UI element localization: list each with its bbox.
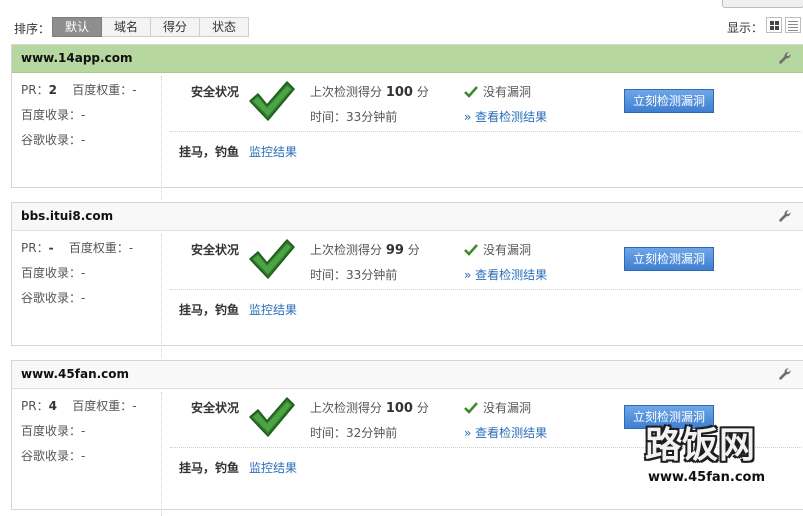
site-domain: www.45fan.com bbox=[21, 367, 130, 381]
monitor-result-link[interactable]: 监控结果 bbox=[249, 459, 297, 476]
pr-value: 4 bbox=[48, 399, 57, 413]
score-value: 100 bbox=[385, 85, 413, 100]
horizontal-divider bbox=[170, 131, 802, 132]
sort-tab-default[interactable]: 默认 bbox=[52, 17, 103, 37]
seo-info: PR：2 百度权重：- 百度收录：- 谷歌收录：- bbox=[21, 83, 161, 158]
vuln-status-text: 没有漏洞 bbox=[483, 85, 532, 99]
trojan-phishing-label: 挂马，钓鱼 bbox=[179, 303, 240, 317]
site-card-1: www.14app.com PR：2 百度权重：- 百度收录：- 谷歌收录：- … bbox=[11, 44, 803, 200]
small-check-icon bbox=[464, 402, 478, 414]
site-card-2: bbs.itui8.com PR：- 百度权重：- 百度收录：- 谷歌收录：- … bbox=[11, 202, 803, 358]
watermark-url: www.45fan.com bbox=[648, 470, 766, 485]
pr-label: PR： bbox=[21, 399, 49, 413]
site-card-header: bbs.itui8.com bbox=[12, 203, 803, 231]
baidu-weight-label: 百度权重： bbox=[72, 83, 133, 97]
sort-tabs: 默认 域名 得分 状态 bbox=[52, 17, 250, 37]
last-score: 上次检测得分 99 分 bbox=[310, 241, 420, 258]
vuln-status: 没有漏洞 bbox=[464, 399, 531, 416]
vuln-status-text: 没有漏洞 bbox=[483, 243, 532, 257]
seo-info: PR：4 百度权重：- 百度收录：- 谷歌收录：- bbox=[21, 399, 161, 474]
view-result-link[interactable]: » 查看检测结果 bbox=[464, 424, 547, 441]
google-index-label: 谷歌收录： bbox=[21, 449, 82, 463]
baidu-weight-value: - bbox=[128, 241, 134, 255]
pr-value: 2 bbox=[48, 83, 57, 97]
vertical-divider bbox=[161, 392, 162, 516]
baidu-weight-label: 百度权重： bbox=[68, 241, 129, 255]
display-label: 显示： bbox=[727, 21, 764, 35]
monitor-result-link[interactable]: 监控结果 bbox=[249, 143, 297, 160]
monitor-result-link[interactable]: 监控结果 bbox=[249, 301, 297, 318]
trojan-phishing-label: 挂马，钓鱼 bbox=[179, 461, 240, 475]
sort-tab-domain[interactable]: 域名 bbox=[102, 17, 152, 37]
score-unit: 分 bbox=[416, 401, 429, 415]
pr-value: - bbox=[48, 241, 54, 255]
vuln-status: 没有漏洞 bbox=[464, 241, 531, 258]
baidu-index-label: 百度收录： bbox=[21, 266, 82, 280]
small-check-icon bbox=[464, 244, 478, 256]
score-value: 99 bbox=[385, 243, 404, 258]
score-value: 100 bbox=[385, 401, 413, 416]
list-view-icon[interactable] bbox=[785, 17, 801, 33]
sort-toolbar: 排序： 默认 域名 得分 状态 显示： bbox=[0, 0, 803, 40]
last-score: 上次检测得分 100 分 bbox=[310, 83, 429, 100]
site-card-header: www.45fan.com bbox=[12, 361, 803, 389]
top-right-button[interactable] bbox=[722, 0, 803, 8]
trojan-phishing-label: 挂马，钓鱼 bbox=[179, 145, 240, 159]
baidu-weight-label: 百度权重： bbox=[72, 399, 133, 413]
google-index-label: 谷歌收录： bbox=[21, 291, 82, 305]
baidu-index-value: - bbox=[81, 108, 86, 122]
horizontal-divider bbox=[170, 289, 802, 290]
site-domain: bbs.itui8.com bbox=[21, 209, 114, 223]
detect-vuln-button[interactable]: 立刻检测漏洞 bbox=[624, 89, 714, 113]
baidu-index-value: - bbox=[81, 424, 86, 438]
checkmark-icon bbox=[249, 81, 295, 121]
vertical-divider bbox=[161, 76, 162, 200]
vertical-divider bbox=[161, 234, 162, 358]
safety-label: 安全状况 bbox=[191, 243, 240, 257]
grid-view-icon[interactable] bbox=[766, 17, 782, 33]
check-time: 时间：33分钟前 bbox=[310, 268, 398, 282]
score-unit: 分 bbox=[416, 85, 429, 99]
score-unit: 分 bbox=[407, 243, 420, 257]
last-score: 上次检测得分 100 分 bbox=[310, 399, 429, 416]
sort-tab-score[interactable]: 得分 bbox=[151, 17, 201, 37]
sort-tab-status[interactable]: 状态 bbox=[200, 17, 250, 37]
view-result-link[interactable]: » 查看检测结果 bbox=[464, 108, 547, 125]
check-time: 时间：33分钟前 bbox=[310, 110, 398, 124]
small-check-icon bbox=[464, 86, 478, 98]
view-result-link[interactable]: » 查看检测结果 bbox=[464, 266, 547, 283]
baidu-index-label: 百度收录： bbox=[21, 108, 82, 122]
pr-label: PR： bbox=[21, 83, 49, 97]
wrench-icon[interactable] bbox=[778, 209, 792, 223]
google-index-value: - bbox=[81, 449, 86, 463]
baidu-index-label: 百度收录： bbox=[21, 424, 82, 438]
wrench-icon[interactable] bbox=[778, 367, 792, 381]
site-card-header: www.14app.com bbox=[12, 45, 803, 73]
baidu-weight-value: - bbox=[132, 399, 137, 413]
google-index-value: - bbox=[81, 133, 86, 147]
safety-label: 安全状况 bbox=[191, 85, 240, 99]
seo-info: PR：- 百度权重：- 百度收录：- 谷歌收录：- bbox=[21, 241, 161, 316]
baidu-index-value: - bbox=[81, 266, 86, 280]
sort-label: 排序： bbox=[14, 22, 51, 36]
checkmark-icon bbox=[249, 239, 295, 279]
checkmark-icon bbox=[249, 397, 295, 437]
detect-vuln-button[interactable]: 立刻检测漏洞 bbox=[624, 247, 714, 271]
check-time: 时间：32分钟前 bbox=[310, 426, 398, 440]
google-index-value: - bbox=[81, 291, 86, 305]
site-domain: www.14app.com bbox=[21, 51, 133, 65]
vuln-status-text: 没有漏洞 bbox=[483, 401, 532, 415]
google-index-label: 谷歌收录： bbox=[21, 133, 82, 147]
safety-label: 安全状况 bbox=[191, 401, 240, 415]
score-prefix: 上次检测得分 bbox=[310, 401, 383, 415]
score-prefix: 上次检测得分 bbox=[310, 243, 383, 257]
wrench-icon[interactable] bbox=[778, 51, 792, 65]
baidu-weight-value: - bbox=[132, 83, 137, 97]
pr-label: PR： bbox=[21, 241, 49, 255]
watermark-logo: 路饭网 bbox=[645, 425, 757, 466]
vuln-status: 没有漏洞 bbox=[464, 83, 531, 100]
score-prefix: 上次检测得分 bbox=[310, 85, 383, 99]
